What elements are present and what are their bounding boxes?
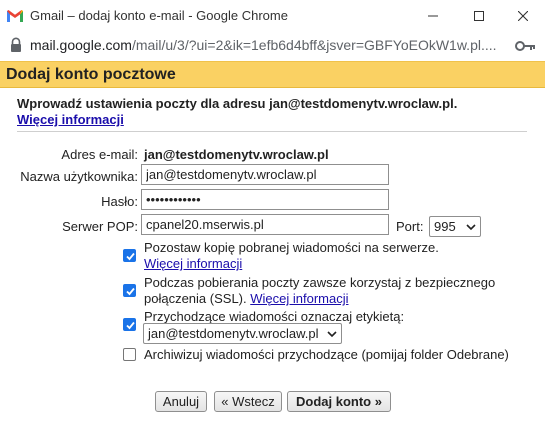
- close-icon: [518, 11, 528, 21]
- chevron-down-icon: [327, 330, 337, 337]
- email-label: Adres e-mail:: [61, 147, 138, 162]
- gmail-icon: [7, 10, 23, 22]
- port-label: Port:: [396, 219, 424, 234]
- minimize-icon: [428, 15, 438, 17]
- archive-checkbox[interactable]: [123, 348, 136, 361]
- ssl-text-line2: połączenia (SSL).: [144, 291, 247, 306]
- url-text[interactable]: mail.google.com/mail/u/3/?ui=2&ik=1efb6d…: [30, 37, 508, 53]
- more-info-link[interactable]: Więcej informacji: [17, 112, 124, 127]
- dialog-title: Dodaj konto pocztowe: [6, 66, 176, 83]
- checkmark-icon: [126, 321, 135, 330]
- label-select-value: jan@testdomenytv.wroclaw.pl: [148, 326, 319, 341]
- archive-text: Archiwizuj wiadomości przychodzące (pomi…: [144, 347, 509, 362]
- port-value: 995: [434, 219, 456, 234]
- username-label: Nazwa użytkownika:: [20, 169, 138, 184]
- add-account-button[interactable]: Dodaj konto »: [287, 391, 391, 412]
- url-host: mail.google.com: [30, 37, 132, 53]
- dialog-header: Dodaj konto pocztowe: [0, 61, 545, 88]
- keep-copy-option: Pozostaw kopię pobranej wiadomości na se…: [144, 240, 439, 272]
- url-path: /mail/u/3/?ui=2&ik=1efb6d4bff&jsver=GBFY…: [131, 37, 497, 53]
- minimize-button[interactable]: [410, 0, 456, 32]
- window-title: Gmail – dodaj konto e-mail - Google Chro…: [30, 8, 288, 23]
- keep-copy-checkbox[interactable]: [123, 249, 136, 262]
- port-select[interactable]: 995: [429, 216, 481, 237]
- intro-text: Wprowadź ustawienia poczty dla adresu ja…: [17, 96, 458, 111]
- ssl-checkbox[interactable]: [123, 284, 136, 297]
- ssl-more-info-link[interactable]: Więcej informacji: [250, 291, 348, 306]
- ssl-option: Podczas pobierania poczty zawsze korzyst…: [144, 275, 495, 307]
- lock-icon: [11, 37, 21, 52]
- divider: [17, 131, 527, 132]
- username-field[interactable]: [141, 164, 389, 185]
- checkmark-icon: [126, 287, 135, 296]
- email-value: jan@testdomenytv.wroclaw.pl: [144, 147, 329, 162]
- password-field[interactable]: [141, 189, 389, 210]
- window-titlebar: Gmail – dodaj konto e-mail - Google Chro…: [0, 0, 545, 32]
- label-incoming-checkbox[interactable]: [123, 318, 136, 331]
- ssl-text-line1: Podczas pobierania poczty zawsze korzyst…: [144, 275, 496, 290]
- checkmark-icon: [126, 252, 135, 261]
- back-button[interactable]: « Wstecz: [214, 391, 282, 412]
- label-select[interactable]: jan@testdomenytv.wroclaw.pl: [143, 323, 342, 344]
- pop-server-field[interactable]: [141, 214, 389, 235]
- key-icon[interactable]: [515, 39, 537, 53]
- keep-copy-text: Pozostaw kopię pobranej wiadomości na se…: [144, 240, 439, 255]
- password-label: Hasło:: [101, 194, 138, 209]
- maximize-icon: [474, 11, 484, 21]
- cancel-button[interactable]: Anuluj: [155, 391, 207, 412]
- pop-server-label: Serwer POP:: [62, 219, 138, 234]
- maximize-button[interactable]: [456, 0, 502, 32]
- chevron-down-icon: [466, 223, 476, 230]
- close-button[interactable]: [500, 0, 545, 32]
- address-bar[interactable]: mail.google.com/mail/u/3/?ui=2&ik=1efb6d…: [0, 32, 545, 60]
- keep-copy-more-info-link[interactable]: Więcej informacji: [144, 256, 242, 271]
